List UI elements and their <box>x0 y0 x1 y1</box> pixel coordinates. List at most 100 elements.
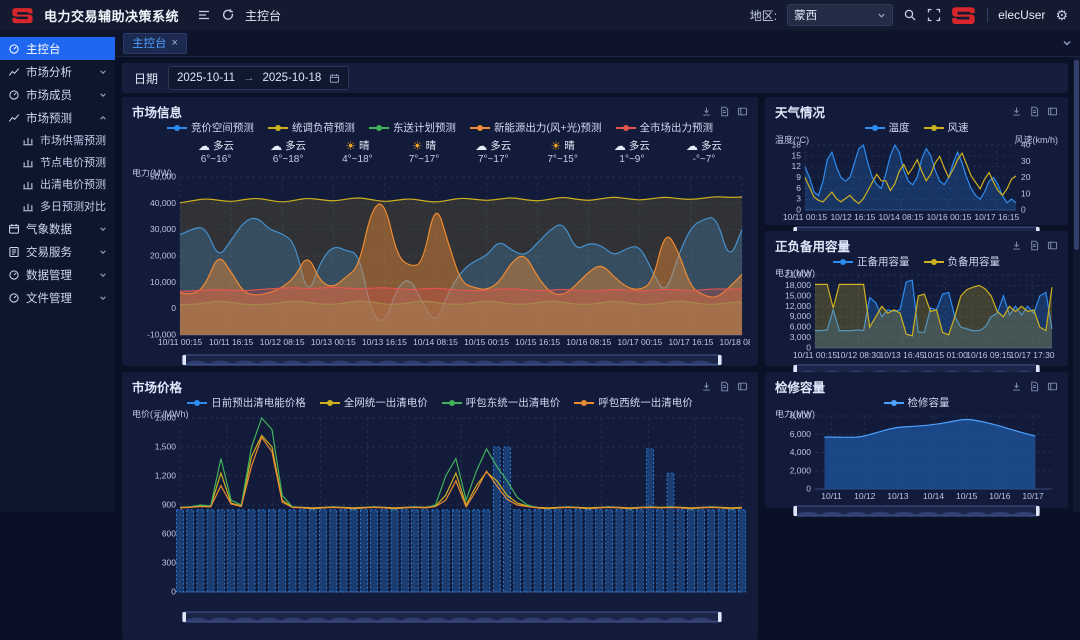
sidebar-item-clearing-price-forecast[interactable]: 出清电价预测 <box>0 173 115 195</box>
fullscreen-icon[interactable] <box>927 8 941 22</box>
data-zoom-slider[interactable] <box>182 611 722 623</box>
weather-strip: ☁多云6°~16°☁多云6°~18°☀晴4°~18°☀晴7°~17°☁多云7°~… <box>180 137 740 169</box>
panel-title: 正负备用容量 <box>775 236 1011 255</box>
collapse-menu-icon[interactable] <box>197 8 211 22</box>
report-icon[interactable] <box>1029 106 1040 117</box>
report-icon[interactable] <box>1029 381 1040 392</box>
legend-label: 呼包西统一出清电价 <box>598 395 693 410</box>
svg-text:3,000: 3,000 <box>790 332 812 342</box>
svg-text:10/12 08:15: 10/12 08:15 <box>260 337 305 347</box>
data-zoom-slider[interactable] <box>793 505 1040 517</box>
legend-item[interactable]: 新能源出力(风+光)预测 <box>470 120 602 135</box>
sidebar-item-supply-demand-forecast[interactable]: 市场供需预测 <box>0 129 115 151</box>
legend-item[interactable]: 正备用容量 <box>833 254 910 269</box>
detail-view-icon[interactable] <box>737 381 748 392</box>
divider <box>987 8 988 22</box>
legend-item[interactable]: 呼包东统一出清电价 <box>442 395 561 410</box>
panel-weather: 天气情况 温度风速 036912151801020304010/11 00:15… <box>765 97 1068 225</box>
legend-item[interactable]: 风速 <box>924 120 969 135</box>
sidebar-item-file-management[interactable]: 文件管理 <box>0 286 115 309</box>
sun-icon: ☀ <box>550 139 561 154</box>
sidebar-item-console[interactable]: 主控台 <box>0 37 115 60</box>
tab-options-chevron-icon[interactable] <box>1062 38 1072 48</box>
weather-label: 晴 <box>426 140 437 153</box>
report-icon[interactable] <box>1029 240 1040 251</box>
svg-text:10/11 00:15: 10/11 00:15 <box>783 212 828 222</box>
gauge-icon <box>8 292 20 304</box>
slider-wrap <box>182 610 758 628</box>
sidebar-item-trading-services[interactable]: 交易服务 <box>0 240 115 263</box>
detail-view-icon[interactable] <box>1047 240 1058 251</box>
report-icon[interactable] <box>719 381 730 392</box>
legend-marker <box>268 124 288 132</box>
legend-label: 竞价空间预测 <box>191 120 254 135</box>
data-zoom-slider[interactable] <box>182 354 722 366</box>
gear-icon[interactable]: ⚙ <box>1055 8 1068 22</box>
svg-text:10/13 16:45: 10/13 16:45 <box>880 350 925 360</box>
detail-view-icon[interactable] <box>737 106 748 117</box>
weather-temp-range: 7°~15° <box>547 154 578 167</box>
sidebar-item-market-members[interactable]: 市场成员 <box>0 83 115 106</box>
chart-legend: 温度风速 <box>765 120 1068 135</box>
bar-chart-icon <box>22 200 34 212</box>
region-value: 蒙西 <box>794 7 817 23</box>
svg-text:3: 3 <box>796 194 801 204</box>
refresh-icon[interactable] <box>221 8 235 22</box>
download-icon[interactable] <box>1011 240 1022 251</box>
sidebar: 主控台 市场分析 市场成员 市场预测 市场供需预测 节点电价预测 出清电价预测 <box>0 30 115 512</box>
sidebar-item-multiday-forecast-compare[interactable]: 多日预测对比 <box>0 195 115 217</box>
detail-view-icon[interactable] <box>1047 106 1058 117</box>
chevron-down-icon <box>99 225 107 233</box>
scrollbar-thumb[interactable] <box>1074 60 1079 250</box>
legend-item[interactable]: 检修容量 <box>884 395 950 410</box>
scrollbar[interactable] <box>1073 57 1080 512</box>
legend-item[interactable]: 日前预出清电能价格 <box>187 395 306 410</box>
legend-marker <box>187 399 207 407</box>
detail-view-icon[interactable] <box>1047 381 1058 392</box>
sidebar-item-meteorological-data[interactable]: 气象数据 <box>0 217 115 240</box>
region-select[interactable]: 蒙西 <box>787 4 893 26</box>
svg-text:0: 0 <box>171 587 176 597</box>
cloud-icon: ☁ <box>614 139 626 154</box>
legend-item[interactable]: 全市场出力预测 <box>616 120 714 135</box>
svg-text:温度(°C): 温度(°C) <box>775 135 809 145</box>
sidebar-item-label: 出清电价预测 <box>40 176 107 192</box>
tab-console[interactable]: 主控台 × <box>123 33 187 54</box>
legend-item[interactable]: 统调负荷预测 <box>268 120 355 135</box>
sidebar-item-label: 数据管理 <box>26 267 93 283</box>
weather-label: 多云 <box>285 140 306 153</box>
cloud-icon: ☁ <box>686 139 698 154</box>
svg-text:10/16: 10/16 <box>989 491 1011 501</box>
download-icon[interactable] <box>1011 381 1022 392</box>
legend-label: 温度 <box>889 120 910 135</box>
report-icon[interactable] <box>719 106 730 117</box>
download-icon[interactable] <box>701 106 712 117</box>
sidebar-item-label: 市场供需预测 <box>40 132 107 148</box>
date-label: 日期 <box>134 70 158 87</box>
svg-text:10/11 00:15: 10/11 00:15 <box>793 350 838 360</box>
legend-item[interactable]: 全网统一出清电价 <box>320 395 428 410</box>
sidebar-item-node-price-forecast[interactable]: 节点电价预测 <box>0 151 115 173</box>
legend-item[interactable]: 竞价空间预测 <box>167 120 254 135</box>
legend-label: 日前预出清电能价格 <box>211 395 306 410</box>
legend-item[interactable]: 呼包西统一出清电价 <box>574 395 693 410</box>
sidebar-item-label: 多日预测对比 <box>40 198 107 214</box>
username[interactable]: elecUser <box>998 8 1045 22</box>
bar-chart-icon <box>22 156 34 168</box>
svg-text:10,000: 10,000 <box>150 277 176 287</box>
legend-item[interactable]: 负备用容量 <box>924 254 1001 269</box>
date-range-picker[interactable]: 2025-10-11 → 2025-10-18 <box>168 66 349 90</box>
chart-legend: 正备用容量负备用容量 <box>765 254 1068 269</box>
sidebar-item-data-management[interactable]: 数据管理 <box>0 263 115 286</box>
search-icon[interactable] <box>903 8 917 22</box>
legend-item[interactable]: 温度 <box>865 120 910 135</box>
download-icon[interactable] <box>1011 106 1022 117</box>
legend-item[interactable]: 东送计划预测 <box>369 120 456 135</box>
sidebar-item-label: 节点电价预测 <box>40 154 107 170</box>
sidebar-item-market-analysis[interactable]: 市场分析 <box>0 60 115 83</box>
chevron-up-icon <box>99 114 107 122</box>
close-icon[interactable]: × <box>172 37 178 49</box>
chevron-down-icon <box>99 294 107 302</box>
download-icon[interactable] <box>701 381 712 392</box>
sidebar-item-market-forecast[interactable]: 市场预测 <box>0 106 115 129</box>
